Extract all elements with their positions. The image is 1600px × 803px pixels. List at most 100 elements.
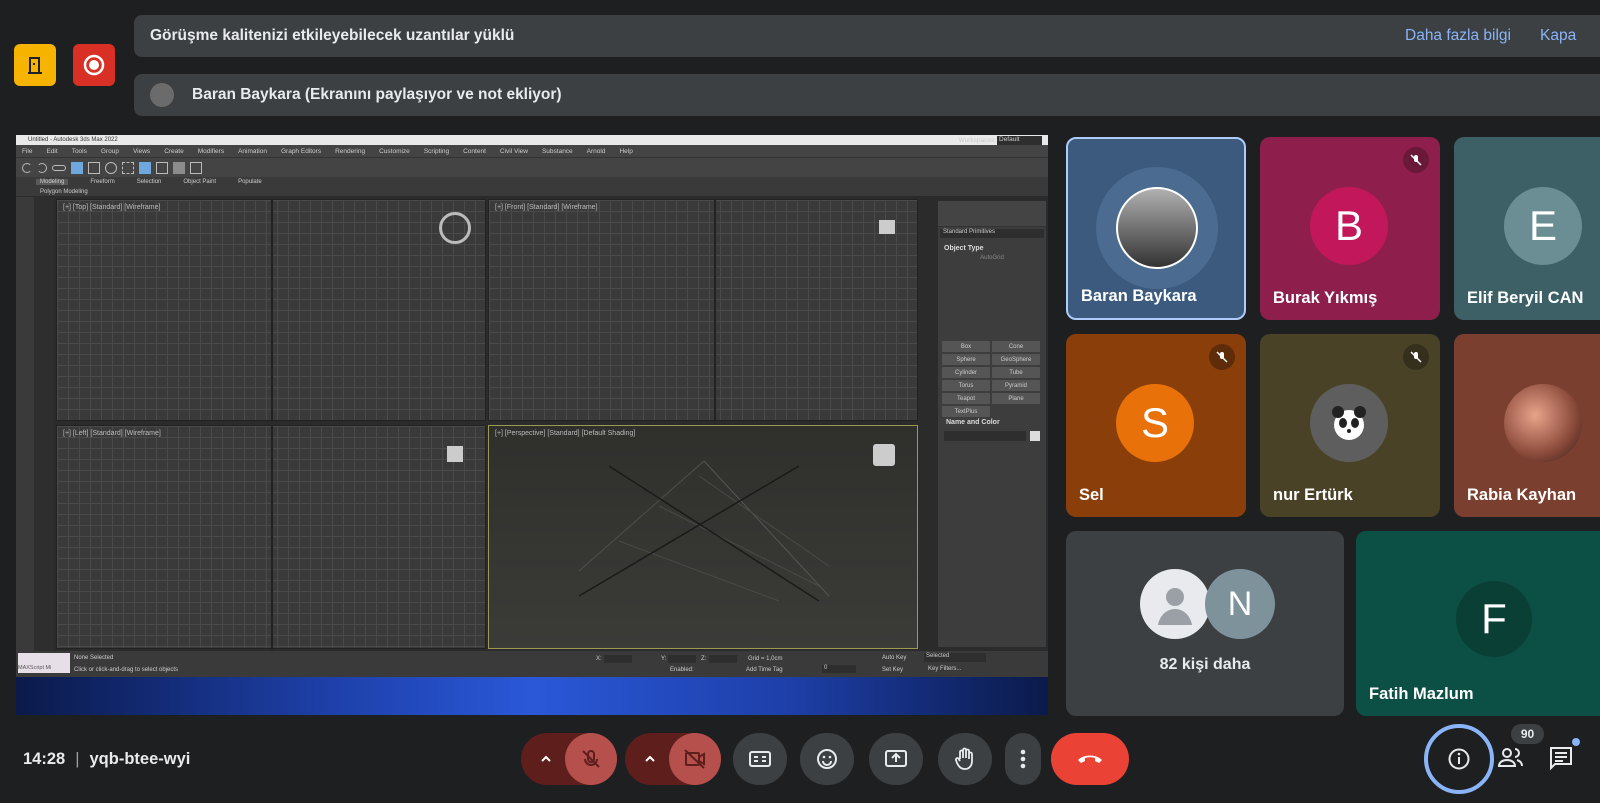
primitive-button[interactable]: Sphere: [942, 354, 990, 365]
primitive-button[interactable]: Pyramid: [992, 380, 1040, 391]
record-button[interactable]: [73, 44, 115, 86]
others-tile[interactable]: N 82 kişi daha: [1066, 531, 1344, 716]
ribbon-tab[interactable]: Object Paint: [183, 179, 216, 185]
auto-key-button[interactable]: Auto Key: [882, 655, 906, 661]
participant-tile[interactable]: nur Ertürk: [1260, 334, 1440, 517]
menu-item[interactable]: Modifiers: [198, 148, 224, 155]
select-icon[interactable]: [71, 161, 83, 174]
left-toolbar-strip: [34, 197, 54, 655]
autogrid-option[interactable]: AutoGrid: [938, 255, 1046, 261]
viewport-top[interactable]: [+] [Top] [Standard] [Wireframe]: [56, 199, 486, 422]
avatar: E: [1504, 187, 1582, 265]
raise-hand-button[interactable]: [938, 733, 992, 785]
captions-button[interactable]: [733, 733, 787, 785]
camera-toggle-button[interactable]: [669, 733, 721, 785]
y-field[interactable]: [668, 655, 696, 663]
close-link[interactable]: Kapa: [1540, 27, 1576, 45]
primitive-button[interactable]: Tube: [992, 367, 1040, 378]
scale-icon[interactable]: [122, 161, 134, 174]
rotate-icon[interactable]: [105, 161, 117, 174]
app-title-bar: Untitled - Autodesk 3ds Max 2022: [16, 135, 1048, 145]
align-icon[interactable]: [156, 161, 168, 174]
redo-icon[interactable]: [37, 162, 47, 173]
menu-item[interactable]: Tools: [72, 148, 87, 155]
menu-item[interactable]: Scripting: [424, 148, 449, 155]
panel-dropdown[interactable]: Standard Primitives: [940, 229, 1044, 238]
primitive-button[interactable]: Teapot: [942, 393, 990, 404]
set-key-button[interactable]: Set Key: [882, 667, 903, 673]
menu-item[interactable]: Views: [133, 148, 150, 155]
participant-tile[interactable]: F Fatih Mazlum: [1356, 531, 1600, 716]
render-icon[interactable]: [190, 161, 202, 174]
menu-item[interactable]: Animation: [238, 148, 267, 155]
primitive-button[interactable]: Cylinder: [942, 367, 990, 378]
participant-tile[interactable]: E Elif Beryil CAN: [1454, 137, 1600, 320]
menu-item[interactable]: Help: [619, 148, 632, 155]
viewport-left[interactable]: [+] [Left] [Standard] [Wireframe]: [56, 425, 486, 650]
present-button[interactable]: [869, 733, 923, 785]
mic-toggle-button[interactable]: [565, 733, 617, 785]
perspective-grid: [578, 460, 830, 602]
viewcube-icon[interactable]: [439, 212, 471, 244]
maxscript-listener[interactable]: MAXScript Mi: [18, 653, 70, 673]
x-field[interactable]: [604, 655, 632, 663]
ribbon-tab[interactable]: Selection: [137, 179, 162, 185]
move-icon[interactable]: [88, 161, 100, 174]
key-mode-select[interactable]: Selected: [924, 653, 986, 662]
chat-button[interactable]: [1548, 738, 1580, 773]
menu-item[interactable]: Arnold: [587, 148, 606, 155]
workspace-select[interactable]: Default: [997, 136, 1042, 145]
leave-call-button[interactable]: [1051, 733, 1129, 785]
camera-options-button[interactable]: [625, 733, 675, 785]
ribbon-tab[interactable]: Modeling: [36, 179, 69, 185]
menu-item[interactable]: Civil View: [500, 148, 528, 155]
emoji-button[interactable]: [800, 733, 854, 785]
participant-name: Rabia Kayhan: [1467, 486, 1577, 504]
people-button[interactable]: [1497, 745, 1527, 773]
link-icon[interactable]: [52, 164, 66, 171]
menu-item[interactable]: Graph Editors: [281, 148, 321, 155]
primitive-button[interactable]: Torus: [942, 380, 990, 391]
viewport-perspective[interactable]: [+] [Perspective] [Standard] [Default Sh…: [488, 425, 918, 649]
menu-item[interactable]: Substance: [542, 148, 573, 155]
menu-item[interactable]: Content: [463, 148, 486, 155]
menu-item[interactable]: Group: [101, 148, 119, 155]
undo-icon[interactable]: [22, 162, 32, 173]
primitive-button[interactable]: Plane: [992, 393, 1040, 404]
menu-item[interactable]: Customize: [379, 148, 410, 155]
add-time-tag[interactable]: Add Time Tag: [746, 667, 783, 673]
menu-item[interactable]: Edit: [46, 148, 57, 155]
ribbon-tab[interactable]: Populate: [238, 179, 262, 185]
primitive-button[interactable]: Cone: [992, 341, 1040, 352]
viewcube-icon[interactable]: [447, 446, 463, 462]
primitive-button[interactable]: GeoSphere: [992, 354, 1040, 365]
name-field[interactable]: [944, 431, 1026, 441]
viewcube-icon[interactable]: [879, 220, 895, 234]
participant-tile[interactable]: S Sel: [1066, 334, 1246, 517]
snap-icon[interactable]: [139, 161, 151, 174]
viewport-front[interactable]: [+] [Front] [Standard] [Wireframe]: [488, 199, 918, 422]
primitive-button[interactable]: TextPlus: [942, 406, 990, 417]
participant-tile[interactable]: Rabia Kayhan: [1454, 334, 1600, 517]
menu-item[interactable]: File: [22, 148, 32, 155]
mic-options-button[interactable]: [521, 733, 571, 785]
primitive-button[interactable]: Box: [942, 341, 990, 352]
person-icon: [1158, 588, 1192, 625]
participant-tile[interactable]: Baran Baykara: [1066, 137, 1246, 320]
key-filters-button[interactable]: Key Filters...: [928, 666, 961, 672]
presenter-avatar: [150, 83, 174, 107]
frame-field[interactable]: 0: [822, 665, 856, 673]
menu-item[interactable]: Rendering: [335, 148, 365, 155]
captions-icon: [749, 751, 771, 767]
more-options-button[interactable]: [1005, 733, 1041, 785]
menu-item[interactable]: Create: [164, 148, 184, 155]
z-field[interactable]: [709, 655, 737, 663]
learn-more-link[interactable]: Daha fazla bilgi: [1405, 27, 1511, 45]
door-button[interactable]: [14, 44, 56, 86]
viewcube-icon[interactable]: [873, 444, 895, 466]
layers-icon[interactable]: [173, 161, 185, 174]
ribbon-tab[interactable]: Freeform: [90, 179, 114, 185]
color-swatch[interactable]: [1030, 431, 1040, 441]
meeting-details-button[interactable]: [1424, 724, 1494, 794]
participant-tile[interactable]: B Burak Yıkmış: [1260, 137, 1440, 320]
